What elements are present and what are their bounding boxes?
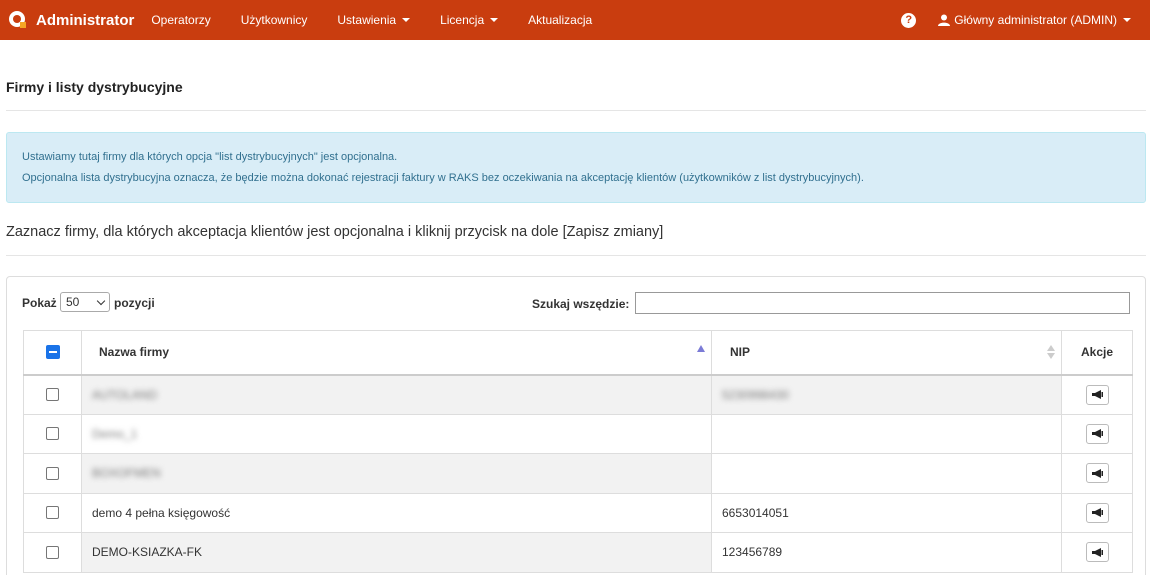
top-navbar: Administrator Operatorzy Użytkownicy Ust… [0,0,1150,40]
column-label: Nazwa firmy [99,345,170,360]
table-row: AUTOLAND 5230998430 [23,374,1133,415]
chevron-down-icon [96,296,106,306]
megaphone-action-button[interactable] [1085,423,1109,444]
nav-operatorzy[interactable]: Operatorzy [151,13,210,27]
brand-link[interactable]: Administrator [8,10,134,30]
row-checkbox[interactable] [46,506,59,520]
table-header-row: Nazwa firmy NIP Akcje [23,330,1133,376]
megaphone-action-button[interactable] [1085,542,1109,563]
nav-label: Użytkownicy [240,13,308,27]
company-name: BOXOFMEN [92,466,161,481]
row-checkbox[interactable] [46,545,59,559]
company-name-cell: Demo_1 [81,413,712,454]
instruction-text: Zaznacz firmy, dla których akceptacja kl… [6,224,664,240]
table-row: demo 4 pełna księgowość 6653014051 [23,492,1133,533]
nip-cell [711,413,1062,454]
column-label: Akcje [1080,345,1114,360]
column-header-name[interactable]: Nazwa firmy [81,330,712,376]
help-icon[interactable]: ? [901,12,917,28]
company-nip: 5230998430 [722,387,789,402]
user-menu-dropdown[interactable]: Główny administrator (ADMIN) [938,13,1131,27]
caret-down-icon [402,18,411,22]
caret-down-icon [490,18,499,22]
nip-cell: 123456789 [711,532,1062,573]
divider [6,110,1146,111]
nip-cell: 5230998430 [711,374,1062,415]
row-checkbox[interactable] [46,466,59,480]
info-text-line: Opcjonalna lista dystrybucyjna oznacza, … [22,172,864,184]
company-name-cell: AUTOLAND [81,374,712,415]
nav-uzytkownicy[interactable]: Użytkownicy [241,13,308,27]
table-row: BOXOFMEN [23,453,1133,494]
sort-ascending-icon [697,345,705,352]
megaphone-action-button[interactable] [1085,384,1109,405]
search-label: Szukaj wszędzie: [532,297,630,311]
app-logo-icon [9,11,26,28]
nip-cell [711,453,1062,494]
select-all-header [23,330,82,376]
user-icon [938,14,951,26]
nip-cell: 6653014051 [711,492,1062,533]
brand-title: Administrator [36,11,135,29]
page-size-value: 50 [66,295,80,309]
navbar-right: ? Główny administrator (ADMIN) [901,0,1150,40]
nav-label: Operatorzy [151,13,211,27]
nav-aktualizacja[interactable]: Aktualizacja [528,13,592,27]
companies-table: Nazwa firmy NIP Akcje AUTOLAND 523099843… [23,330,1133,573]
column-label: NIP [730,345,751,360]
info-text-line: Ustawiamy tutaj firmy dla których opcja … [22,151,398,163]
table-row: Demo_1 [23,413,1133,454]
nav-label: Ustawienia [337,13,397,27]
row-checkbox[interactable] [46,427,59,441]
nav-licencja-dropdown[interactable]: Licencja [440,13,499,27]
select-all-checkbox[interactable] [45,345,60,360]
company-name-cell: demo 4 pełna księgowość [81,492,712,533]
company-nip: 6653014051 [722,505,789,520]
company-nip: 123456789 [722,545,783,560]
sort-icon [1047,345,1055,361]
row-checkbox[interactable] [46,388,59,401]
caret-down-icon [1123,18,1131,22]
positions-label: pozycji [114,296,155,310]
company-name: demo 4 pełna księgowość [92,505,231,520]
info-alert: Ustawiamy tutaj firmy dla których opcja … [6,132,1146,203]
megaphone-icon [1091,468,1103,478]
megaphone-action-button[interactable] [1085,463,1109,484]
megaphone-icon [1091,390,1103,399]
divider [6,255,1146,256]
company-name: DEMO-KSIAZKA-FK [92,545,203,560]
user-name: Główny administrator (ADMIN) [954,13,1117,27]
company-name: AUTOLAND [92,387,158,402]
search-input[interactable] [635,292,1130,314]
megaphone-icon [1091,429,1103,439]
table-row: DEMO-KSIAZKA-FK 123456789 [23,532,1133,573]
megaphone-icon [1091,508,1103,518]
show-label: Pokaż [22,296,57,310]
page-size-select[interactable]: 50 [60,292,110,312]
company-name-cell: DEMO-KSIAZKA-FK [81,532,712,573]
nav-ustawienia-dropdown[interactable]: Ustawienia [337,13,411,27]
column-header-nip[interactable]: NIP [711,330,1062,376]
megaphone-icon [1091,547,1103,557]
page-title: Firmy i listy dystrybucyjne [6,79,183,95]
megaphone-action-button[interactable] [1085,502,1109,523]
column-header-actions: Akcje [1061,330,1133,376]
company-name-cell: BOXOFMEN [81,453,712,494]
company-name: Demo_1 [92,426,138,441]
nav-label: Aktualizacja [528,13,593,27]
nav-label: Licencja [440,13,485,27]
